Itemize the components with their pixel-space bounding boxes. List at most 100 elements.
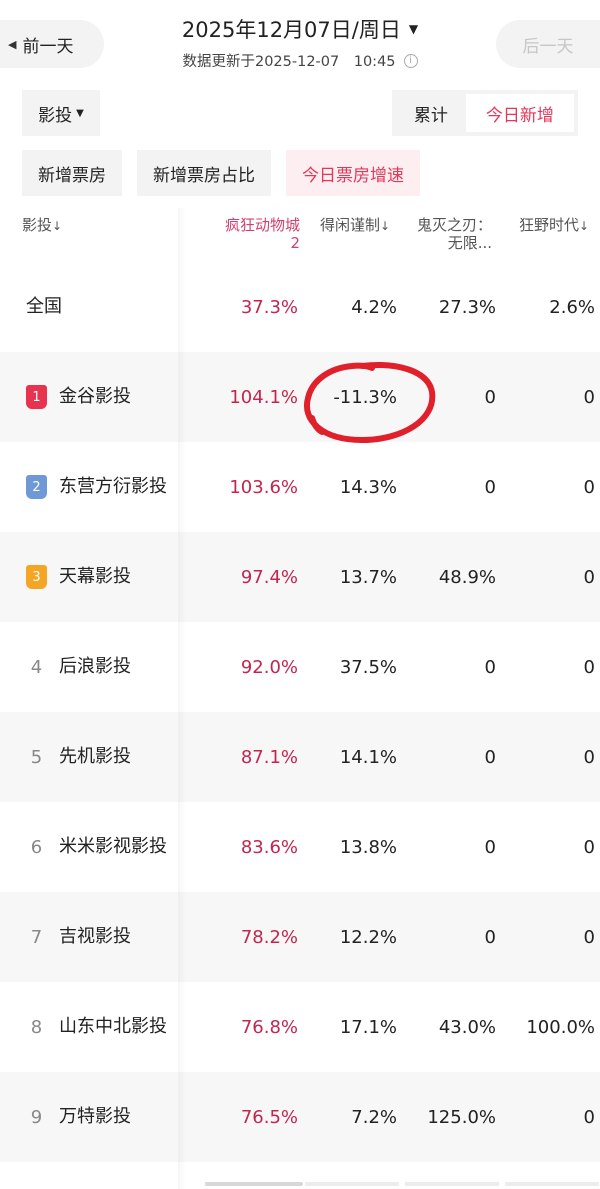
category-dropdown-label: 影投 [38, 105, 73, 126]
row-name-text: 先机影投 [59, 746, 131, 767]
seg-cumulative[interactable]: 累计 [396, 94, 466, 132]
sort-arrow-icon: ↓ [579, 219, 590, 233]
row-name-text: 后浪影投 [59, 656, 131, 677]
cell-col-2: 13.7% [339, 566, 397, 588]
cell-col-2: 13.8% [339, 836, 397, 858]
tab-new-box-office-share[interactable]: 新增票房占比 [137, 150, 271, 196]
cell-col-2: 4.2% [351, 296, 397, 318]
rank-number: 4 [30, 656, 43, 678]
info-circle-icon[interactable]: i [403, 53, 418, 68]
cell-col-1: 97.4% [240, 566, 298, 588]
cell-col-4: 0 [583, 746, 595, 768]
header-col-1-label: 疯狂动物城2 [224, 216, 300, 252]
row-name-text: 金谷影投 [59, 386, 131, 407]
row-name: 7 吉视影投 [26, 892, 131, 982]
sort-arrow-icon: ↓ [380, 219, 391, 233]
cell-col-1: 87.1% [240, 746, 298, 768]
mode-toggle: 累计 今日新增 [392, 90, 578, 136]
cell-col-4: 0 [583, 926, 595, 948]
sort-arrow-icon: ↓ [52, 219, 63, 233]
cell-col-3: 125.0% [427, 1106, 496, 1128]
rank-badge: 3 [26, 565, 47, 589]
table-row[interactable]: 5 先机影投 87.1% 14.1% 0 0 [0, 712, 600, 802]
triangle-down-icon: ▼ [408, 22, 419, 36]
cell-col-4: 0 [583, 656, 595, 678]
cell-col-4: 0 [583, 386, 595, 408]
table-row[interactable]: 7 吉视影投 78.2% 12.2% 0 0 [0, 892, 600, 982]
table-row-national[interactable]: 全国 37.3% 4.2% 27.3% 2.6% [0, 262, 600, 352]
rank-badge: 1 [26, 385, 47, 409]
rank-number: 6 [30, 836, 43, 858]
top-bar: ◀ 前一天 2025年12月07日/周日 ▼ 数据更新于2025-12-07 1… [0, 0, 600, 80]
cell-col-3: 0 [484, 656, 496, 678]
header-col-4-label: 狂野时代 [519, 216, 580, 234]
row-name-text: 米米影视影投 [59, 836, 167, 857]
row-name: 3 天幕影投 [26, 532, 131, 622]
header-col-2-label: 得闲谨制 [320, 216, 381, 234]
table-row[interactable]: 1 金谷影投 104.1% -11.3% 0 0 [0, 352, 600, 442]
update-text: 数据更新于2025-12-07 10:45 [182, 54, 396, 70]
table-row[interactable]: 9 万特影投 76.5% 7.2% 125.0% 0 [0, 1072, 600, 1162]
row-name: 全国 [26, 262, 62, 352]
cell-col-4: 0 [583, 476, 595, 498]
header-investor-label: 影投 [22, 216, 53, 234]
cell-col-2: 14.3% [339, 476, 397, 498]
row-name-text: 万特影投 [59, 1106, 131, 1127]
header-col-4[interactable]: 狂野时代↓ [519, 216, 599, 235]
rank-number: 7 [30, 926, 43, 948]
row-name-text: 山东中北影投 [59, 1016, 167, 1037]
table-row[interactable]: 3 天幕影投 97.4% 13.7% 48.9% 0 [0, 532, 600, 622]
row-name-text: 全国 [26, 296, 62, 317]
metric-tabs: 新增票房 新增票房占比 今日票房增速 [22, 150, 435, 196]
header-col-1[interactable]: 疯狂动物城2 [222, 216, 300, 252]
cell-col-2: 7.2% [351, 1106, 397, 1128]
table-row[interactable]: 8 山东中北影投 76.8% 17.1% 43.0% 100.0% [0, 982, 600, 1072]
header-col-3-label: 鬼灭之刃：无限... [416, 216, 492, 252]
table-row[interactable]: 4 后浪影投 92.0% 37.5% 0 0 [0, 622, 600, 712]
header-col-2[interactable]: 得闲谨制↓ [320, 216, 400, 235]
header-investor[interactable]: 影投↓ [22, 216, 62, 235]
rank-badge: 2 [26, 475, 47, 499]
table-row[interactable]: 2 东营方衍影投 103.6% 14.3% 0 0 [0, 442, 600, 532]
scrollbar-thumb[interactable] [205, 1182, 303, 1186]
cell-col-4: 100.0% [526, 1016, 595, 1038]
header-col-3[interactable]: 鬼灭之刃：无限... [410, 216, 492, 252]
cell-col-2: 12.2% [339, 926, 397, 948]
seg-today[interactable]: 今日新增 [465, 94, 574, 132]
cell-col-3: 0 [484, 386, 496, 408]
row-name: 5 先机影投 [26, 712, 131, 802]
date-selector[interactable]: 2025年12月07日/周日 ▼ [182, 14, 418, 44]
cell-col-2: 17.1% [339, 1016, 397, 1038]
cell-col-2: 37.5% [339, 656, 397, 678]
cell-col-4: 0 [583, 566, 595, 588]
rank-number: 5 [30, 746, 43, 768]
cell-col-4: 0 [583, 836, 595, 858]
table-header: 影投↓ 疯狂动物城2 得闲谨制↓ 鬼灭之刃：无限... 狂野时代↓ [0, 208, 600, 260]
cell-col-1: 103.6% [229, 476, 298, 498]
cell-col-1: 92.0% [240, 656, 298, 678]
row-name: 9 万特影投 [26, 1072, 131, 1162]
tab-new-box-office[interactable]: 新增票房 [22, 150, 122, 196]
cell-col-2: 14.1% [339, 746, 397, 768]
category-dropdown[interactable]: 影投 ▼ [22, 90, 100, 136]
update-time: 数据更新于2025-12-07 10:45 i [182, 50, 418, 71]
rank-number: 9 [30, 1106, 43, 1128]
row-name-text: 天幕影投 [59, 566, 131, 587]
cell-col-1: 76.8% [240, 1016, 298, 1038]
row-name-text: 东营方衍影投 [59, 476, 167, 497]
cell-col-3: 27.3% [438, 296, 496, 318]
cell-col-1: 37.3% [240, 296, 298, 318]
next-day-label: 后一天 [522, 36, 574, 57]
cell-col-3: 0 [484, 476, 496, 498]
next-day-button[interactable]: 后一天 [496, 20, 600, 68]
tab-growth-rate[interactable]: 今日票房增速 [286, 150, 420, 196]
frozen-column-shadow [178, 208, 186, 1189]
cell-col-3: 0 [484, 926, 496, 948]
table-row[interactable]: 6 米米影视影投 83.6% 13.8% 0 0 [0, 802, 600, 892]
cell-col-3: 0 [484, 836, 496, 858]
cell-col-3: 0 [484, 746, 496, 768]
horizontal-scrollbar[interactable] [205, 1182, 600, 1186]
cell-col-1: 104.1% [229, 386, 298, 408]
cell-col-4: 2.6% [549, 296, 595, 318]
cell-col-1: 76.5% [240, 1106, 298, 1128]
